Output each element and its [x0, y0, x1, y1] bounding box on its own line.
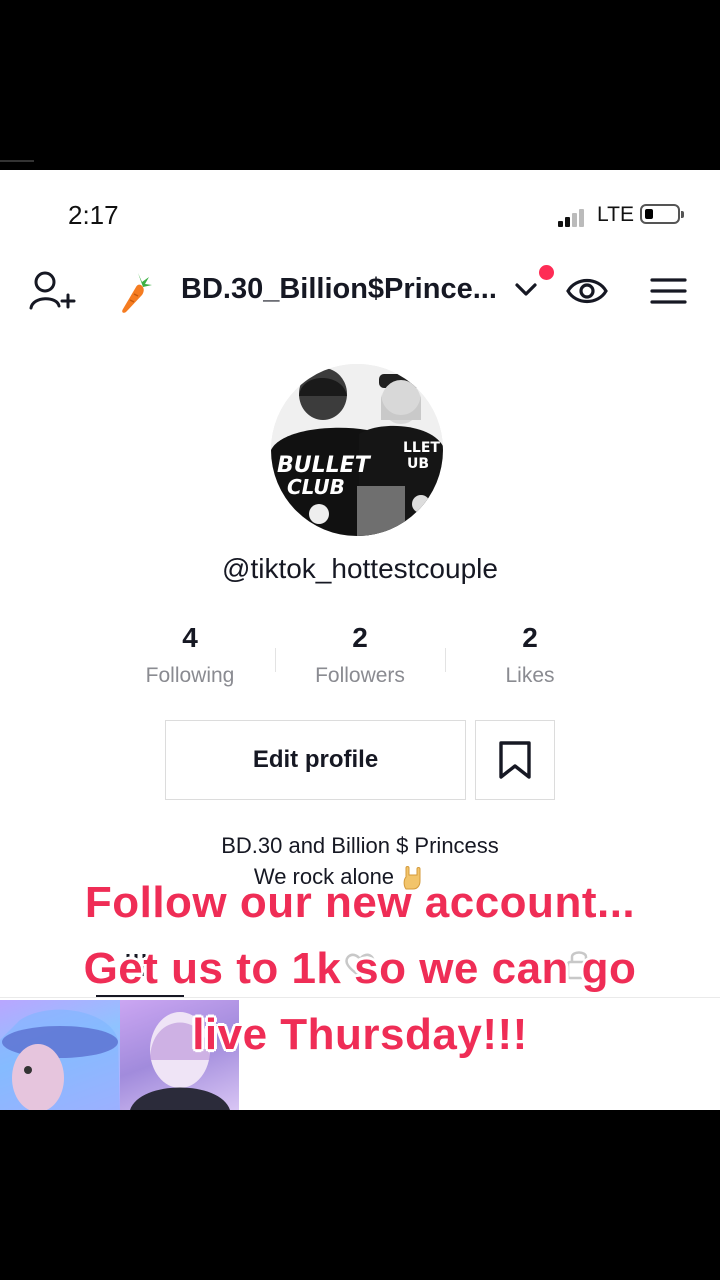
stat-following[interactable]: 4 Following: [105, 622, 275, 688]
bio-name: BD.30 and Billion $ Princess: [221, 833, 499, 858]
eye-icon[interactable]: [566, 274, 608, 308]
status-time: 2:17: [68, 200, 119, 230]
profile-handle: @tiktok_hottestcouple: [222, 553, 498, 584]
stat-count: 2: [522, 622, 538, 653]
network-label: LTE: [597, 203, 634, 226]
caption-line: Follow our new account...: [84, 878, 636, 927]
bookmark-icon: [499, 741, 531, 779]
stat-label: Likes: [505, 664, 555, 687]
menu-icon[interactable]: [650, 276, 687, 306]
screen-artifact: [0, 160, 34, 162]
stat-count: 2: [352, 622, 368, 653]
stat-label: Following: [145, 664, 235, 687]
phone-screen: 2:17 LTE BD.30_Billion$Prince... BULLET …: [0, 170, 720, 1110]
caption-line: Get us to 1k so we can go: [83, 944, 637, 993]
stat-followers[interactable]: 2 Followers: [275, 622, 445, 688]
avatar[interactable]: BULLET CLUB LLET UB: [271, 364, 443, 536]
notification-dot: [539, 265, 554, 280]
svg-text:LLET: LLET: [403, 440, 440, 456]
overlay-caption: Follow our new account... Get us to 1k s…: [20, 870, 700, 1068]
account-switcher-title[interactable]: BD.30_Billion$Prince...: [181, 273, 497, 306]
carrot-icon: [118, 270, 154, 314]
chevron-down-icon[interactable]: [513, 280, 539, 300]
signal-icon: [558, 207, 588, 227]
stat-label: Followers: [315, 664, 405, 687]
svg-text:CLUB: CLUB: [287, 475, 345, 499]
caption-line: live Thursday!!!: [192, 1010, 528, 1059]
svg-text:UB: UB: [407, 456, 429, 472]
favorites-button[interactable]: [475, 720, 555, 800]
edit-profile-button[interactable]: Edit profile: [165, 720, 466, 800]
battery-icon: [640, 204, 684, 224]
add-user-icon[interactable]: [28, 270, 76, 314]
stat-likes[interactable]: 2 Likes: [445, 622, 615, 688]
stat-count: 4: [182, 622, 198, 653]
